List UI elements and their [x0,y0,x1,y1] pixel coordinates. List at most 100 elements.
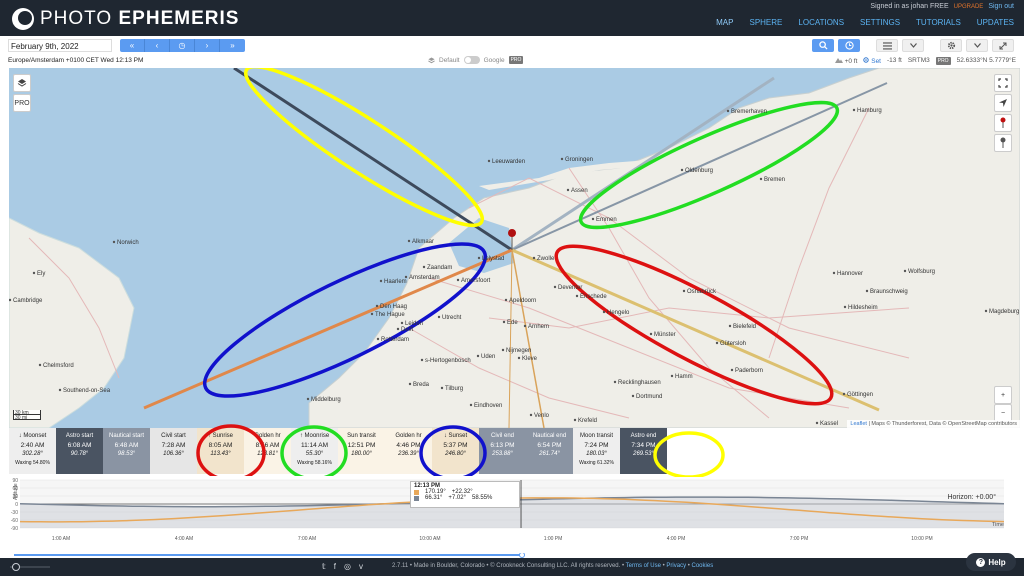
expand-button[interactable] [992,39,1014,52]
city-dot [715,341,719,345]
upgrade-link[interactable]: UPGRADE [954,3,984,10]
city-label: Kassel [820,421,838,427]
event-label: Golden hr [254,433,281,439]
nav-updates[interactable]: UPDATES [977,18,1014,27]
prev-button[interactable]: ‹ [145,39,170,52]
event-azimuth: 261.74° [539,451,560,457]
x-tick-label: 4:00 PM [667,536,686,542]
event-cell[interactable]: ↓ Sunset 5:37 PM 246.80° [432,428,479,474]
settings-dropdown[interactable] [966,39,988,52]
map-view[interactable]: Hamburg Bremerhaven Groningen Leeuwarden Old… [9,68,1020,428]
zoom-in-button[interactable]: + [994,386,1012,404]
event-label: Nautical start [108,433,144,439]
locate-button[interactable] [994,94,1012,112]
city-dot [437,315,441,319]
nav-sphere[interactable]: SPHERE [749,18,782,27]
city-dot [631,394,635,398]
cookies-link[interactable]: Cookies [692,563,714,569]
expand-icon [999,42,1007,49]
city-dot [682,289,686,293]
fullscreen-button[interactable] [994,74,1012,92]
event-cell[interactable]: Golden hr 4:46 PM 236.39° [385,428,432,474]
city-label: Recklinghausen [618,380,661,386]
sign-out-link[interactable]: Sign out [988,3,1014,10]
city-dot [408,382,412,386]
facebook-icon[interactable]: f [334,562,336,571]
nav-tutorials[interactable]: TUTORIALS [916,18,961,27]
chart-tooltip: 12:13 PM 170.19° +22.32° 66.31° +7.02° 58.5… [410,481,520,508]
primary-pin-button[interactable] [994,114,1012,132]
city-dot [815,421,819,425]
event-cell[interactable]: Moon transit 7:24 PM 180.03° Waxing 61.32% [573,428,620,474]
search-button[interactable] [812,39,834,52]
list-dropdown[interactable] [902,39,924,52]
event-cell[interactable]: Golden hr 8:56 AM 123.81° [244,428,291,474]
city-label: Enschede [580,294,607,300]
account-bar: Signed in as johan FREE UPGRADE Sign out [870,3,1014,10]
twitter-icon[interactable]: 𝕥 [322,562,326,571]
map-pro-button[interactable]: PRO [13,94,31,112]
help-button[interactable]: ? Help [966,553,1016,571]
clock-icon [844,41,854,50]
event-label: ↓ Sunset [443,433,468,439]
map-layers-button[interactable] [13,74,31,92]
nav-map[interactable]: MAP [716,18,733,27]
now-clock-button[interactable]: ◷ [170,39,195,52]
app-logo[interactable]: PHOTO EPHEMERIS [12,7,239,31]
map-canvas[interactable]: Hamburg Bremerhaven Groningen Leeuwarden Old… [9,68,1020,428]
fullscreen-icon [998,78,1008,88]
leaflet-link[interactable]: Leaflet [850,421,867,427]
city-label: Wolfsburg [908,269,935,275]
event-cell[interactable]: ↓ Moonset 2:40 AM 302.28° Waxing 54.80% [9,428,56,474]
secondary-pin-button[interactable] [994,134,1012,152]
zoom-slider-handle[interactable] [12,563,20,571]
city-label: Kleve [522,356,538,362]
event-cell[interactable]: Nautical start 6:48 AM 98.53° [103,428,150,474]
event-label: Moon transit [579,433,613,439]
event-cell[interactable]: Nautical end 6:54 PM 261.74° [526,428,573,474]
terms-link[interactable]: Terms of Use [626,563,661,569]
instagram-icon[interactable]: ◎ [344,562,351,571]
event-cell[interactable]: ↑ Moonrise 11:14 AM 55.30° Waxing 58.16% [291,428,338,474]
layer-toggle-switch[interactable] [463,56,480,64]
height-set-button[interactable]: Set [863,57,881,65]
event-cell[interactable]: Civil start 7:28 AM 106.36° [150,428,197,474]
event-time: 11:14 AM [301,442,328,449]
nav-settings[interactable]: SETTINGS [860,18,900,27]
event-cell[interactable]: Civil end 6:13 PM 253.88° [479,428,526,474]
settings-button[interactable] [940,39,962,52]
info-row: Europe/Amsterdam +0100 CET Wed 12:13 PM … [0,54,1024,68]
next-button[interactable]: › [195,39,220,52]
city-label: Den Haag [380,304,407,310]
help-label: Help [988,557,1006,567]
time-slider-handle[interactable] [519,553,525,558]
time-axis-label: Time [991,522,1004,528]
nav-locations[interactable]: LOCATIONS [798,18,844,27]
city-dot [649,332,653,336]
next-day-fast-button[interactable]: » [220,39,245,52]
height-offset[interactable]: +0 ft [834,57,857,65]
city-dot [407,239,411,243]
city-label: Gütersloh [720,341,746,347]
event-time: 2:40 AM [20,442,45,449]
event-cell[interactable]: Astro start 6:08 AM 90.78° [56,428,103,474]
event-azimuth: 55.30° [305,451,324,457]
event-azimuth: 106.36° [163,451,184,457]
privacy-link[interactable]: Privacy [666,563,686,569]
city-label: Cambridge [13,298,43,304]
city-dot [842,392,846,396]
list-icon [882,41,892,50]
time-button[interactable] [838,39,860,52]
layer-google-label: Google [483,56,505,64]
vimeo-icon[interactable]: v [359,562,363,571]
zoom-slider[interactable] [10,562,50,572]
event-azimuth: 180.03° [586,451,607,457]
list-button[interactable] [876,39,898,52]
event-cell[interactable]: Sun transit 12:51 PM 180.00° [338,428,385,474]
event-cell[interactable]: ↑ Sunrise 8:05 AM 113.43° [197,428,244,474]
prev-day-fast-button[interactable]: « [120,39,145,52]
city-label: Paderborn [735,368,763,374]
event-azimuth: 253.88° [492,451,513,457]
date-input[interactable]: February 9th, 2022 [8,39,112,52]
event-label: ↑ Sunrise [207,433,233,439]
